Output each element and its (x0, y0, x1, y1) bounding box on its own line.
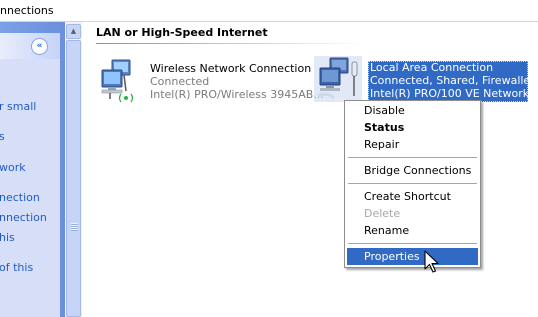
menu-separator (348, 183, 477, 184)
wireless-connection-item[interactable]: Wireless Network Connection Connected In… (150, 62, 324, 101)
menu-item-status[interactable]: Status (347, 119, 478, 136)
wireless-network-icon[interactable] (96, 58, 144, 104)
task-link[interactable]: his (0, 231, 15, 244)
focus-rectangle (368, 61, 528, 102)
collapse-icon[interactable]: « (31, 38, 48, 55)
scroll-grip-icon (71, 223, 78, 231)
menu-item-create-shortcut[interactable]: Create Shortcut (347, 188, 478, 205)
lan-network-icon[interactable] (314, 56, 362, 102)
group-heading: LAN or High-Speed Internet (96, 26, 268, 39)
scroll-thumb[interactable] (66, 40, 81, 317)
menu-item-disable[interactable]: Disable (347, 102, 478, 119)
scroll-up-arrow-icon[interactable]: ▲ (66, 24, 81, 39)
connection-device: Intel(R) PRO/Wireless 3945AB... (150, 88, 324, 101)
menu-item-rename[interactable]: Rename (347, 222, 478, 239)
menu-separator (348, 243, 477, 244)
connection-status: Connected (150, 75, 210, 88)
task-link[interactable]: r small (0, 100, 36, 113)
title-bar: nnections (0, 0, 538, 22)
task-link[interactable]: s (0, 130, 5, 143)
task-link[interactable]: work (0, 161, 26, 174)
menu-item-repair[interactable]: Repair (347, 136, 478, 153)
menu-item-bridge-connections[interactable]: Bridge Connections (347, 162, 478, 179)
group-divider (96, 43, 366, 44)
mouse-pointer-icon (424, 250, 439, 273)
context-menu: Disable Status Repair Bridge Connections… (344, 100, 481, 268)
task-link[interactable]: nection (0, 191, 40, 204)
task-group (0, 33, 60, 317)
menu-item-properties[interactable]: Properties (347, 248, 478, 265)
task-link[interactable]: of this (0, 261, 33, 274)
task-link[interactable]: nnection (0, 211, 47, 224)
vertical-scrollbar[interactable]: ▲ (65, 22, 82, 317)
task-pane: « r small s work nection nnection his of… (0, 22, 65, 317)
lan-connection-item[interactable]: Local Area Connection Connected, Shared,… (368, 61, 538, 102)
menu-separator (348, 157, 477, 158)
task-group-header[interactable] (0, 33, 60, 59)
window-title: nnections (0, 4, 54, 17)
menu-item-delete: Delete (364, 207, 401, 220)
connection-name: Wireless Network Connection (150, 62, 312, 75)
